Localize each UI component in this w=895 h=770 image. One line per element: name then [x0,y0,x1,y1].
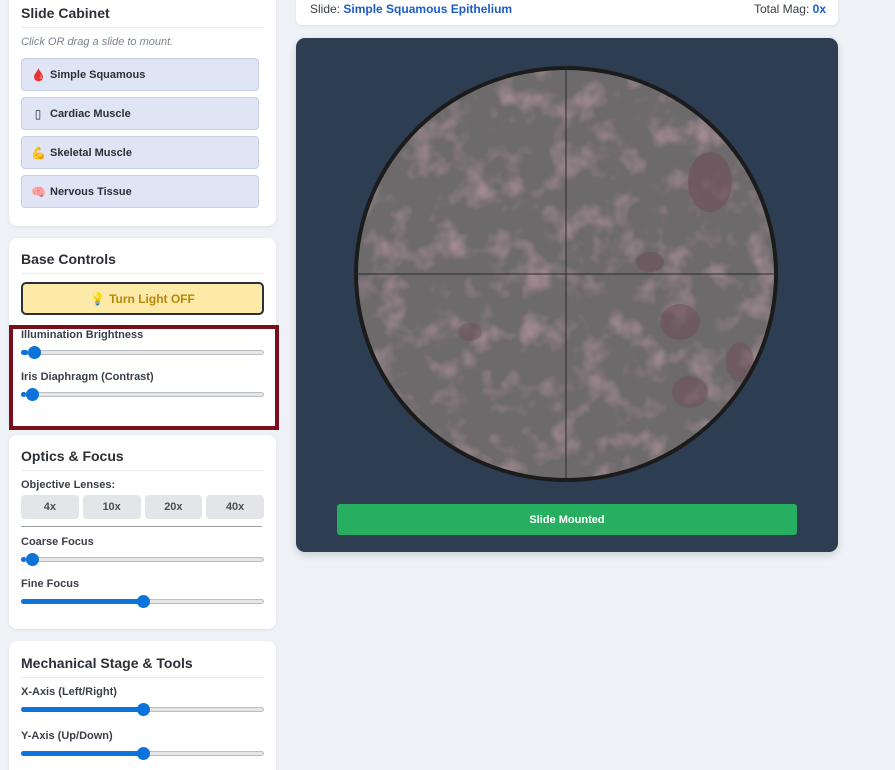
lightbulb-icon: 💡 [90,291,106,306]
mechanical-stage-title: Mechanical Stage & Tools [21,655,264,678]
optics-focus-panel: Optics & Focus Objective Lenses: 4x 10x … [9,435,276,629]
slide-label: Simple Squamous [50,68,146,81]
slide-simple-squamous-button[interactable]: 🩸 Simple Squamous [21,58,259,91]
optics-focus-title: Optics & Focus [21,448,264,471]
microscope-viewer: Slide Mounted [296,38,838,552]
slide-label: Skeletal Muscle [50,146,132,159]
slider-track [21,350,264,355]
slider-fill [21,707,143,712]
slide-status: Slide: Simple Squamous Epithelium [310,2,512,16]
slide-cabinet-hint: Click OR drag a slide to mount. [21,36,174,48]
fine-focus-slider[interactable] [21,594,264,608]
slider-thumb[interactable] [136,747,150,760]
y-axis-slider[interactable] [21,746,264,760]
slide-cabinet-panel: Slide Cabinet Click OR drag a slide to m… [9,0,276,226]
base-controls-title: Base Controls [21,251,264,274]
slider-thumb[interactable] [25,553,39,566]
brightness-label: Illumination Brightness [21,329,144,341]
slider-fill [21,599,143,604]
iris-slider[interactable] [21,387,264,401]
lens-40x-button[interactable]: 40x [206,495,264,519]
slide-nervous-tissue-button[interactable]: 🧠 Nervous Tissue [21,175,259,208]
objective-lenses-label: Objective Lenses: [21,479,116,491]
coarse-focus-slider[interactable] [21,552,264,566]
light-toggle-label: Turn Light OFF [109,291,195,306]
blood-drop-icon: 🩸 [31,67,46,82]
objective-lens-group: 4x 10x 20x 40x [21,495,264,519]
slide-status-prefix: Slide: [310,2,341,16]
slider-thumb[interactable] [136,703,150,716]
x-axis-slider[interactable] [21,702,264,716]
brightness-slider[interactable] [21,345,264,359]
fine-focus-label: Fine Focus [21,578,80,590]
slide-mounted-button[interactable]: Slide Mounted [337,504,797,535]
divider [21,526,262,527]
light-toggle-button[interactable]: 💡 Turn Light OFF [21,282,264,315]
base-controls-panel: Base Controls 💡 Turn Light OFF Illuminat… [9,238,276,428]
slider-track [21,392,264,397]
slide-label: Nervous Tissue [50,185,132,198]
y-axis-label: Y-Axis (Up/Down) [21,730,113,742]
slide-skeletal-muscle-button[interactable]: 💪 Skeletal Muscle [21,136,259,169]
magnification-value: 0x [812,2,826,16]
status-bar: Slide: Simple Squamous Epithelium Total … [296,0,838,25]
slide-cardiac-muscle-button[interactable]: ▯ Cardiac Muscle [21,97,259,130]
slider-fill [21,751,143,756]
slide-label: Cardiac Muscle [50,107,131,120]
magnification-prefix: Total Mag: [753,2,810,16]
lens-20x-button[interactable]: 20x [144,495,203,519]
slider-thumb[interactable] [27,346,41,359]
slide-status-name: Simple Squamous Epithelium [343,2,513,16]
heart-icon: ▯ [34,106,42,121]
slider-thumb[interactable] [25,388,39,401]
iris-label: Iris Diaphragm (Contrast) [21,371,154,383]
flexed-bicep-icon: 💪 [31,145,46,160]
lens-10x-button[interactable]: 10x [82,495,141,519]
x-axis-label: X-Axis (Left/Right) [21,686,117,698]
slider-thumb[interactable] [136,595,150,608]
lens-4x-button[interactable]: 4x [21,495,79,519]
brain-icon: 🧠 [31,184,46,199]
eyepiece-view[interactable] [350,62,782,486]
coarse-focus-label: Coarse Focus [21,536,94,548]
slide-cabinet-title: Slide Cabinet [21,5,264,28]
slider-track [21,557,264,562]
magnification-status: Total Mag: 0x [754,2,826,16]
mechanical-stage-panel: Mechanical Stage & Tools X-Axis (Left/Ri… [9,641,276,770]
